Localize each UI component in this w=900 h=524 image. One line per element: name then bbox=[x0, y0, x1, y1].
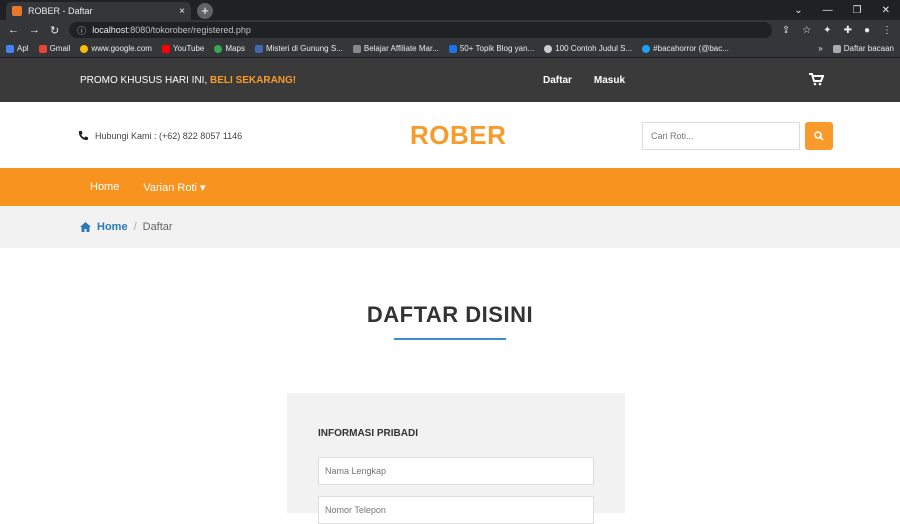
page-title: DAFTAR DISINI bbox=[366, 302, 534, 327]
section-heading: INFORMASI PRIBADI bbox=[318, 428, 418, 439]
breadcrumb-home[interactable]: Home bbox=[97, 221, 128, 233]
url-path: :8080/tokorober/registered.php bbox=[127, 25, 251, 35]
phone-icon bbox=[78, 130, 89, 141]
promo-bar: PROMO KHUSUS HARI INI, BELI SEKARANG! Da… bbox=[0, 58, 900, 102]
browser-tab-bar: ROBER - Daftar × + ⌄ — ❐ ✕ bbox=[0, 0, 900, 20]
window-controls: ⌄ — ❐ ✕ bbox=[794, 0, 900, 20]
promo-text: PROMO KHUSUS HARI INI, BELI SEKARANG! bbox=[80, 74, 297, 86]
bookmark-gmail[interactable]: Gmail bbox=[38, 44, 70, 53]
masuk-link[interactable]: Masuk bbox=[594, 75, 625, 86]
favicon-icon bbox=[12, 6, 22, 16]
title-underline bbox=[394, 338, 506, 340]
close-window-button[interactable]: ✕ bbox=[882, 5, 890, 16]
bookmark-site-icon bbox=[448, 44, 457, 53]
tab-search-icon[interactable]: ⌄ bbox=[794, 5, 802, 16]
youtube-icon bbox=[161, 44, 170, 53]
extension-icon[interactable]: ✦ bbox=[823, 25, 831, 36]
address-bar-row: ← → ↻ ⓘ localhost:8080/tokorober/registe… bbox=[0, 20, 900, 40]
search-input[interactable] bbox=[642, 122, 800, 150]
main-nav: Home Varian Roti ▾ bbox=[0, 168, 900, 206]
bookmark-site-icon bbox=[544, 44, 553, 53]
maximize-button[interactable]: ❐ bbox=[853, 5, 862, 16]
share-icon[interactable]: ⇪ bbox=[782, 25, 790, 36]
twitter-icon bbox=[642, 44, 651, 53]
tab-title: ROBER - Daftar bbox=[28, 6, 93, 16]
promo-highlight-link[interactable]: BELI SEKARANG! bbox=[210, 75, 296, 86]
bookmark-star-icon[interactable]: ☆ bbox=[802, 25, 811, 36]
reading-list-icon bbox=[832, 44, 841, 53]
bookmark-google[interactable]: www.google.com bbox=[80, 44, 152, 53]
bookmarks-bar: Apl Gmail www.google.com YouTube Maps Mi… bbox=[0, 40, 900, 58]
full-name-input[interactable] bbox=[318, 457, 594, 485]
bookmark-misteri[interactable]: Misteri di Gunung S... bbox=[254, 44, 343, 53]
nav-varian-roti-dropdown[interactable]: Varian Roti ▾ bbox=[143, 181, 205, 194]
bookmark-affiliate[interactable]: Belajar Affiliate Mar... bbox=[352, 44, 439, 53]
browser-tab[interactable]: ROBER - Daftar × bbox=[6, 2, 191, 20]
tab-close-icon[interactable]: × bbox=[179, 6, 185, 17]
info-icon[interactable]: ⓘ bbox=[77, 24, 86, 37]
registration-form: INFORMASI PRIBADI bbox=[287, 393, 625, 524]
site-header: Hubungi Kami : (+62) 822 8057 1146 ROBER bbox=[0, 102, 900, 168]
google-icon bbox=[80, 44, 89, 53]
bookmark-apps[interactable]: Apl bbox=[6, 44, 29, 53]
reading-list[interactable]: Daftar bacaan bbox=[832, 44, 894, 53]
site-logo[interactable]: ROBER bbox=[410, 120, 506, 151]
bookmark-site-icon bbox=[254, 44, 263, 53]
bookmark-youtube[interactable]: YouTube bbox=[161, 44, 204, 53]
phone-number-input[interactable] bbox=[318, 496, 594, 524]
maps-icon bbox=[214, 44, 223, 53]
reload-icon[interactable]: ↻ bbox=[50, 24, 59, 37]
breadcrumb: Home / Daftar bbox=[0, 206, 900, 248]
bookmark-maps[interactable]: Maps bbox=[214, 44, 245, 53]
nav-home[interactable]: Home bbox=[90, 181, 119, 193]
daftar-link[interactable]: Daftar bbox=[543, 75, 572, 86]
breadcrumb-current: Daftar bbox=[142, 221, 173, 233]
menu-icon[interactable]: ⋮ bbox=[882, 25, 892, 36]
search-icon bbox=[814, 131, 824, 141]
new-tab-button[interactable]: + bbox=[197, 3, 213, 19]
bookmark-topik[interactable]: 50+ Topik Blog yan... bbox=[448, 44, 534, 53]
cart-icon[interactable] bbox=[808, 72, 825, 89]
bookmark-contoh[interactable]: 100 Contoh Judul S... bbox=[544, 44, 632, 53]
gmail-icon bbox=[38, 44, 47, 53]
forward-icon[interactable]: → bbox=[29, 24, 40, 36]
bookmarks-more[interactable]: » bbox=[818, 44, 822, 53]
contact-phone: Hubungi Kami : (+62) 822 8057 1146 bbox=[78, 130, 242, 141]
breadcrumb-separator: / bbox=[133, 221, 137, 233]
home-icon bbox=[80, 222, 91, 232]
minimize-button[interactable]: — bbox=[823, 5, 833, 16]
puzzle-icon[interactable]: ✚ bbox=[844, 25, 852, 36]
bookmark-site-icon bbox=[352, 44, 361, 53]
apps-icon bbox=[6, 44, 14, 53]
url-bar[interactable]: ⓘ localhost:8080/tokorober/registered.ph… bbox=[69, 22, 772, 38]
url-host: localhost bbox=[92, 25, 128, 35]
bookmark-twitter[interactable]: #bacahorror (@bac... bbox=[642, 44, 729, 53]
search-button[interactable] bbox=[805, 122, 833, 150]
back-icon[interactable]: ← bbox=[8, 24, 19, 36]
profile-icon[interactable]: ● bbox=[864, 25, 870, 36]
